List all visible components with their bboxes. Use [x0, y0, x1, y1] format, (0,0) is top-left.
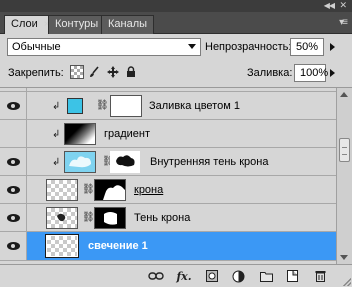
layer-name[interactable]: крона — [134, 184, 163, 196]
layer-row[interactable]: ↲ градиент — [0, 120, 336, 148]
visibility-toggle[interactable] — [0, 120, 27, 147]
eye-icon — [6, 185, 20, 194]
fill-layer-thumbnail[interactable] — [64, 97, 86, 115]
clipping-arrow-icon: ↲ — [52, 129, 61, 140]
eye-icon — [6, 242, 20, 250]
new-group-folder-icon[interactable] — [258, 269, 274, 283]
fill-slider-arrow-icon[interactable] — [330, 69, 335, 77]
add-layer-mask-icon[interactable] — [204, 269, 220, 283]
panel-tabs: Слои × Контуры Каналы ▾≡ — [0, 12, 352, 35]
tab-layers-label: Слои — [11, 18, 38, 30]
link-chain-icon[interactable]: ⛓ — [96, 100, 109, 111]
delete-layer-trash-icon[interactable] — [312, 269, 328, 283]
gradient-thumbnail[interactable] — [64, 123, 96, 145]
tab-channels[interactable]: Каналы — [101, 15, 155, 34]
layers-bottom-toolbar: fx. — [0, 264, 352, 287]
layer-thumbnail[interactable] — [46, 179, 78, 201]
opacity-slider-arrow-icon[interactable] — [330, 43, 335, 51]
layers-list: ↲ ⛓ Заливка цветом 1 ↲ градиент ↲ ⛓ Внут… — [0, 88, 336, 264]
tab-paths[interactable]: Контуры — [48, 15, 106, 34]
lock-label: Закрепить: — [8, 67, 64, 79]
layer-thumbnail[interactable] — [45, 234, 79, 258]
layer-name[interactable]: свечение 1 — [88, 240, 148, 252]
layer-name[interactable]: Тень крона — [134, 212, 190, 224]
link-layers-icon[interactable] — [148, 269, 164, 283]
eye-icon — [6, 101, 20, 110]
layer-mask-thumbnail[interactable] — [110, 151, 140, 173]
opacity-label: Непрозрачность: — [205, 41, 292, 53]
resize-grip-icon[interactable] — [343, 278, 351, 286]
lock-pixels-brush-icon[interactable] — [87, 65, 101, 79]
scroll-thumb[interactable] — [339, 138, 350, 162]
layer-row[interactable]: ⛓ Тень крона — [0, 204, 336, 232]
clipping-arrow-icon: ↲ — [52, 101, 61, 112]
lock-transparency-icon[interactable] — [70, 65, 84, 79]
layer-name[interactable]: Заливка цветом 1 — [149, 100, 240, 112]
collapse-panel-icon[interactable]: ◀◀ — [324, 1, 335, 10]
panel-title-bar: ◀◀ ✕ — [0, 0, 352, 12]
layer-style-fx-icon[interactable]: fx. — [176, 269, 192, 283]
visibility-toggle[interactable] — [0, 148, 27, 175]
eye-icon — [6, 213, 20, 222]
opacity-input[interactable]: 50% — [290, 38, 324, 56]
new-layer-icon[interactable] — [284, 269, 300, 283]
scroll-up-icon[interactable] — [340, 92, 348, 97]
layers-scrollbar[interactable] — [336, 88, 352, 264]
blend-mode-value: Обычные — [12, 41, 61, 53]
lock-all-icon[interactable] — [124, 65, 138, 79]
visibility-toggle[interactable] — [0, 232, 27, 260]
layer-mask-thumbnail[interactable] — [94, 207, 126, 229]
tab-paths-label: Контуры — [55, 18, 99, 30]
eye-icon — [6, 157, 20, 166]
panel-menu-icon[interactable]: ▾≡ — [339, 17, 348, 28]
layer-row[interactable]: ⛓ крона — [0, 176, 336, 204]
opacity-value: 50% — [296, 41, 319, 53]
lock-position-move-icon[interactable] — [106, 65, 120, 79]
visibility-cell[interactable] — [0, 88, 27, 91]
scroll-down-icon[interactable] — [340, 255, 348, 260]
layer-thumbnail[interactable] — [64, 151, 96, 173]
layer-name[interactable]: градиент — [104, 128, 150, 140]
fill-input[interactable]: 100% — [294, 64, 329, 82]
tab-channels-label: Каналы — [108, 18, 148, 30]
layer-name[interactable]: Внутренняя тень крона — [150, 156, 268, 168]
chevron-down-icon — [188, 44, 196, 49]
link-chain-icon[interactable]: ⛓ — [82, 184, 95, 195]
visibility-toggle[interactable] — [0, 92, 27, 119]
layer-mask-thumbnail[interactable] — [110, 95, 142, 117]
visibility-toggle[interactable] — [0, 176, 27, 203]
fill-label: Заливка: — [247, 67, 293, 79]
layer-mask-thumbnail[interactable] — [94, 179, 126, 201]
blend-mode-select[interactable]: Обычные — [7, 38, 201, 56]
layer-thumbnail[interactable] — [46, 207, 78, 229]
layer-options: Обычные Непрозрачность: 50% Закрепить: З… — [0, 34, 352, 88]
layer-row[interactable]: ↲ ⛓ Заливка цветом 1 — [0, 92, 336, 120]
link-chain-icon[interactable]: ⛓ — [82, 212, 95, 223]
layer-row[interactable]: ↲ ⛓ Внутренняя тень крона — [0, 148, 336, 176]
close-panel-icon[interactable]: ✕ — [339, 0, 347, 11]
clipping-arrow-icon: ↲ — [52, 157, 61, 168]
visibility-toggle[interactable] — [0, 204, 27, 231]
layer-row-selected[interactable]: свечение 1 — [0, 232, 336, 261]
adjustment-layer-icon[interactable] — [230, 269, 246, 283]
fill-value: 100% — [300, 67, 329, 79]
color-swatch — [67, 98, 83, 114]
